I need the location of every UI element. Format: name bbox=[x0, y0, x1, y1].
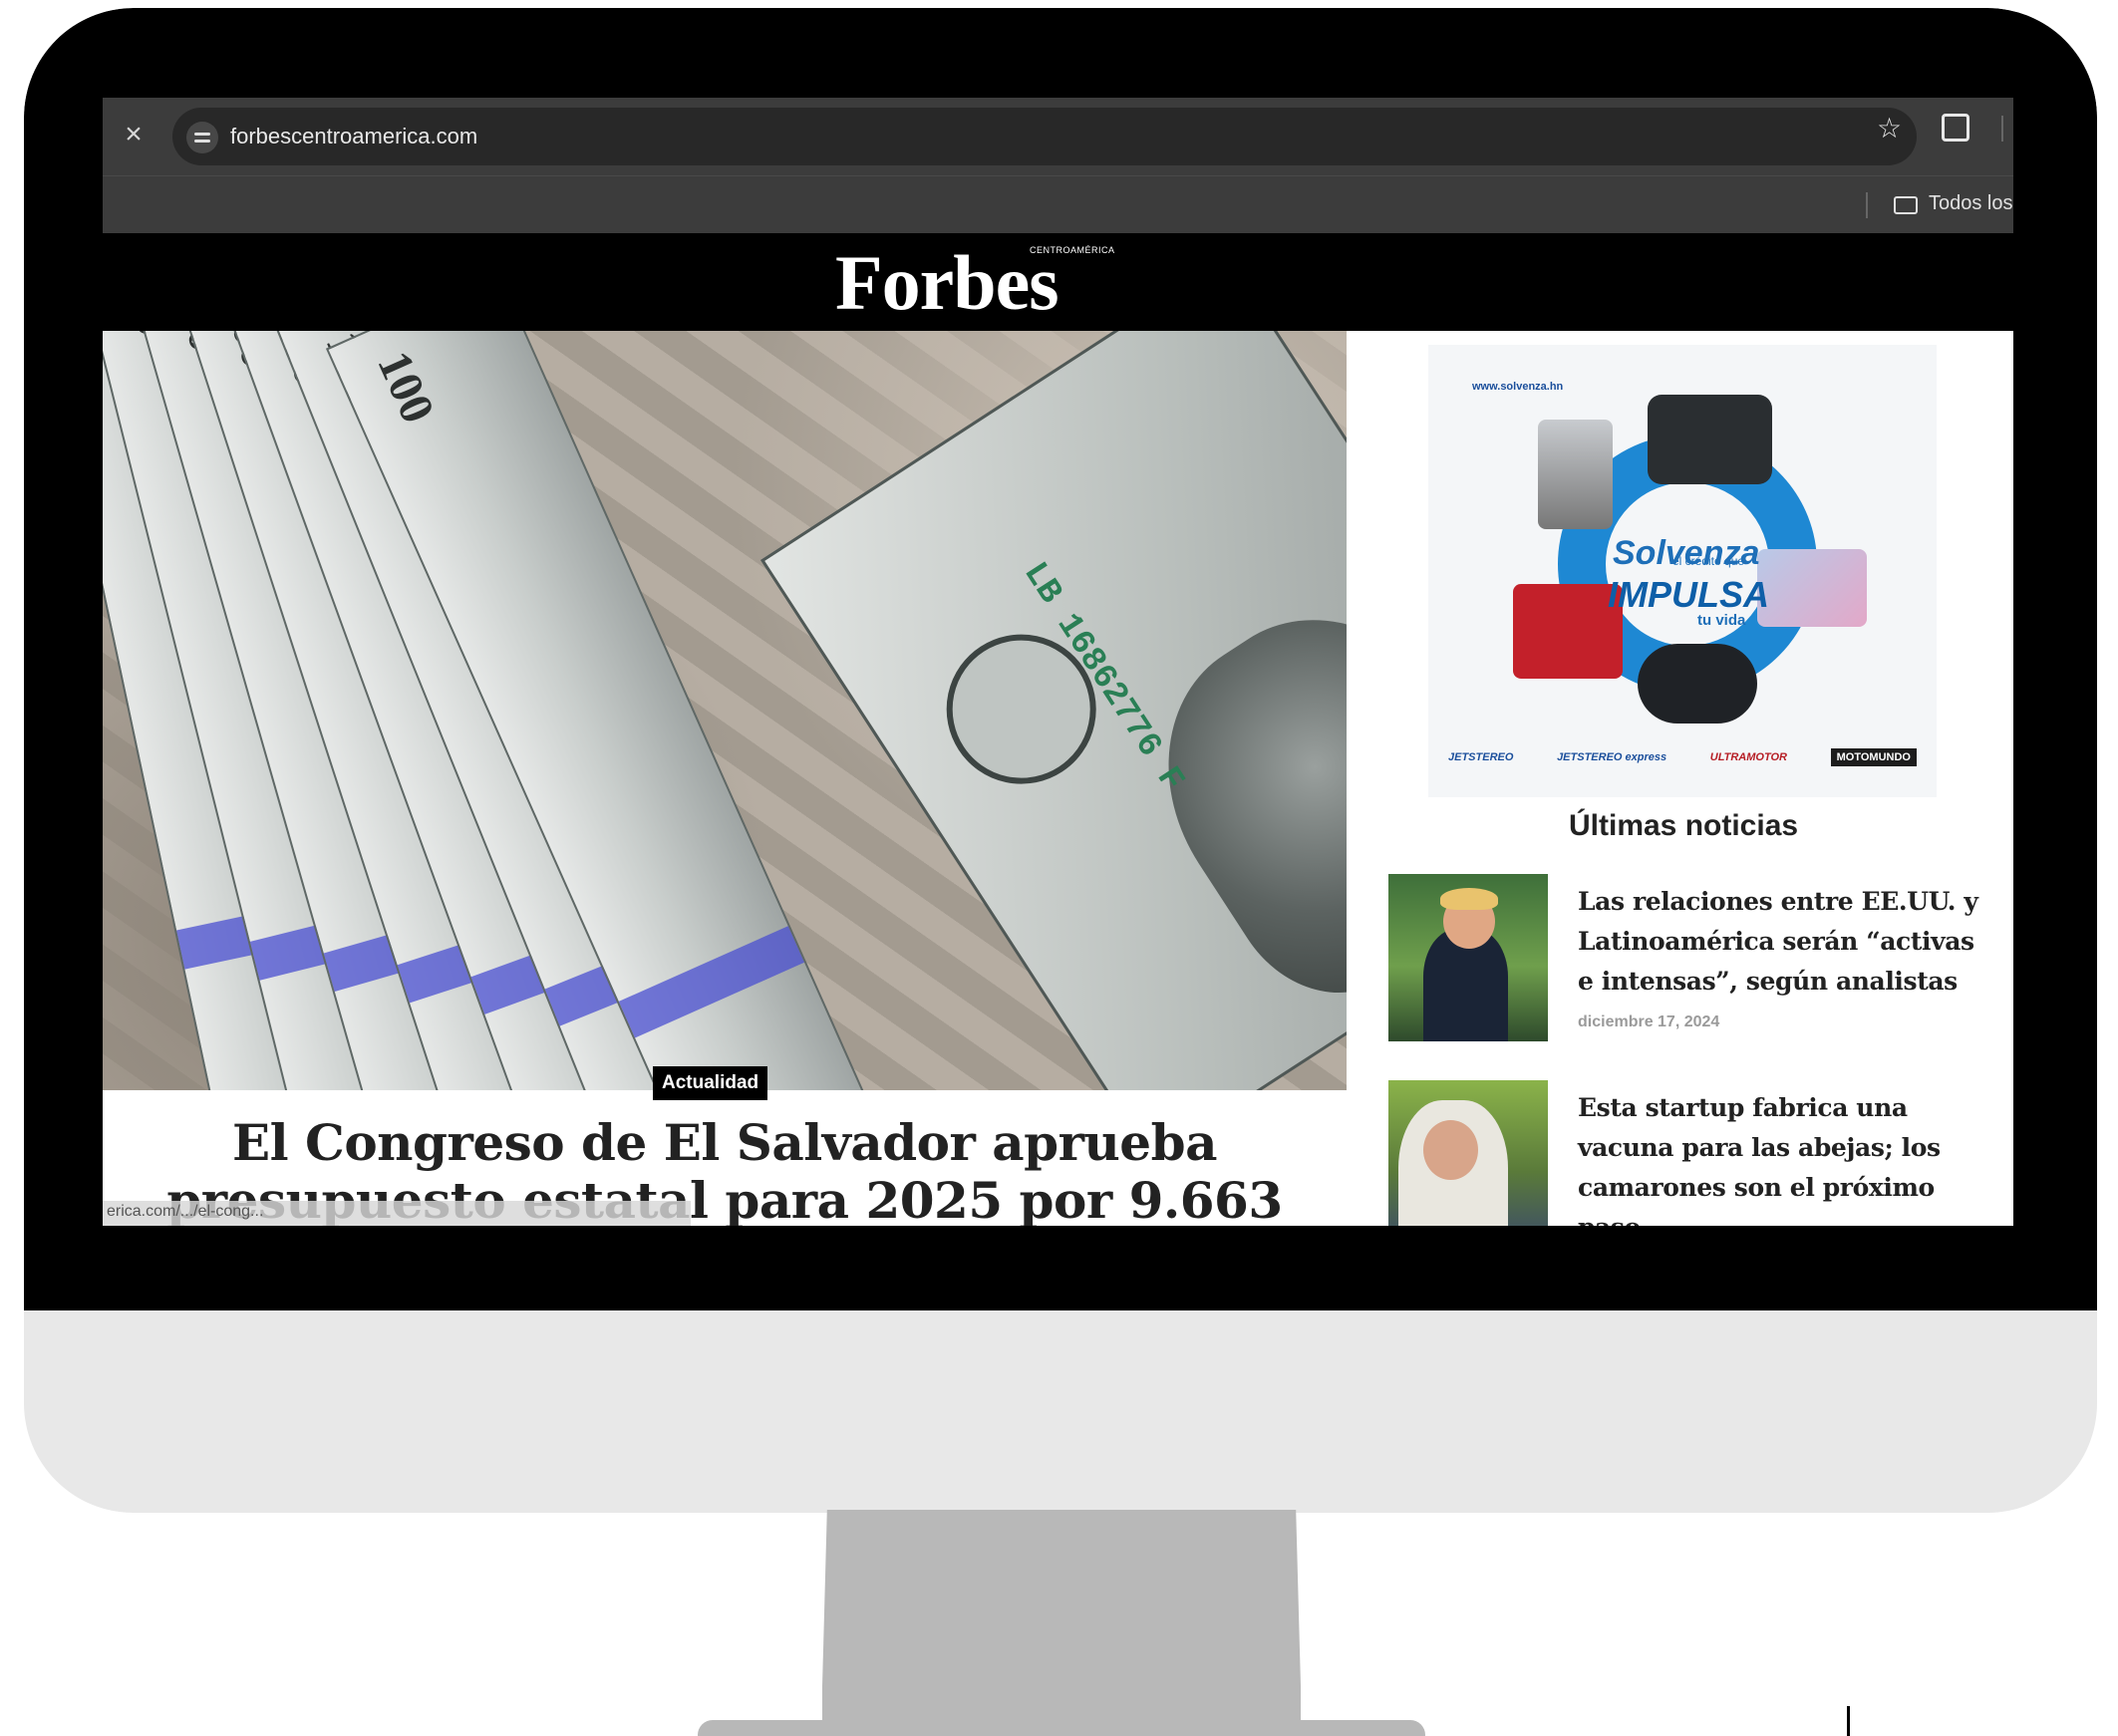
partner-logo: ULTRAMOTOR bbox=[1709, 751, 1787, 763]
screen: × forbescentroamerica.com ☆ Todos los Fo… bbox=[103, 98, 2013, 1226]
all-bookmarks-label[interactable]: Todos los bbox=[1929, 192, 2013, 215]
monitor-stand-neck bbox=[822, 1510, 1301, 1736]
news-thumbnail[interactable] bbox=[1388, 874, 1548, 1041]
hero-image[interactable]: 100 100 100 100 100 100 100 LB 16862776 … bbox=[103, 331, 1347, 1090]
news-headline[interactable]: Las relaciones entre EE.UU. y Latinoamér… bbox=[1578, 882, 1986, 1002]
bookmark-star-icon[interactable]: ☆ bbox=[1877, 115, 1902, 143]
bill-security-band bbox=[618, 926, 804, 1038]
motorcycle-product-image bbox=[1638, 644, 1757, 723]
status-bar-url: erica.com/.../el-cong... bbox=[103, 1201, 691, 1226]
extensions-icon[interactable] bbox=[1942, 114, 1969, 142]
stove-product-image bbox=[1538, 420, 1613, 529]
toolbar-divider bbox=[2001, 116, 2003, 142]
close-icon[interactable]: × bbox=[119, 120, 149, 149]
news-headline[interactable]: Esta startup fabrica una vacuna para las… bbox=[1578, 1088, 1986, 1226]
partner-logo: MOTOMUNDO bbox=[1830, 748, 1917, 766]
ad-partner-logos: JETSTEREO JETSTEREO express ULTRAMOTOR M… bbox=[1448, 748, 1917, 766]
forbes-logo[interactable]: Forbes bbox=[835, 243, 1059, 323]
ad-headline: IMPULSA bbox=[1608, 574, 1769, 615]
portrait-image bbox=[1110, 565, 1347, 1029]
address-bar[interactable]: forbescentroamerica.com bbox=[172, 108, 1917, 165]
monitor-stand-foot bbox=[698, 1720, 1425, 1736]
bookmarks-bar: Todos los bbox=[103, 175, 2013, 233]
page-content: 100 100 100 100 100 100 100 LB 16862776 … bbox=[103, 331, 2013, 1226]
news-thumbnail[interactable] bbox=[1388, 1080, 1548, 1226]
laptop-product-image bbox=[1757, 549, 1867, 627]
url-text[interactable]: forbescentroamerica.com bbox=[230, 124, 477, 149]
partner-logo: JETSTEREO bbox=[1448, 751, 1514, 763]
latest-news-title: Últimas noticias bbox=[1569, 809, 1799, 842]
site-settings-icon[interactable] bbox=[186, 122, 218, 153]
logo-subtitle: CENTROAMÉRICA bbox=[1030, 245, 1115, 255]
mototaxi-product-image bbox=[1513, 584, 1623, 679]
partner-logo: JETSTEREO express bbox=[1557, 751, 1667, 763]
folder-icon[interactable] bbox=[1894, 196, 1918, 214]
ad-banner[interactable]: www.solvenza.hn Solvenza el crédito que … bbox=[1428, 345, 1937, 797]
person-hair bbox=[1440, 888, 1498, 910]
category-badge[interactable]: Actualidad bbox=[653, 1066, 768, 1100]
ad-url: www.solvenza.hn bbox=[1472, 381, 1564, 393]
bookmarks-divider bbox=[1866, 192, 1868, 218]
utv-product-image bbox=[1648, 395, 1772, 484]
ad-subline: tu vida bbox=[1697, 612, 1746, 629]
ad-tagline: el crédito que bbox=[1672, 554, 1745, 568]
person-head bbox=[1423, 1120, 1478, 1180]
bill-denomination: 100 bbox=[367, 343, 445, 432]
browser-toolbar: × forbescentroamerica.com ☆ bbox=[103, 98, 2013, 175]
text-cursor-icon bbox=[1847, 1706, 1850, 1736]
news-date: diciembre 17, 2024 bbox=[1578, 1013, 1720, 1030]
site-header: Forbes CENTROAMÉRICA bbox=[103, 233, 2013, 331]
